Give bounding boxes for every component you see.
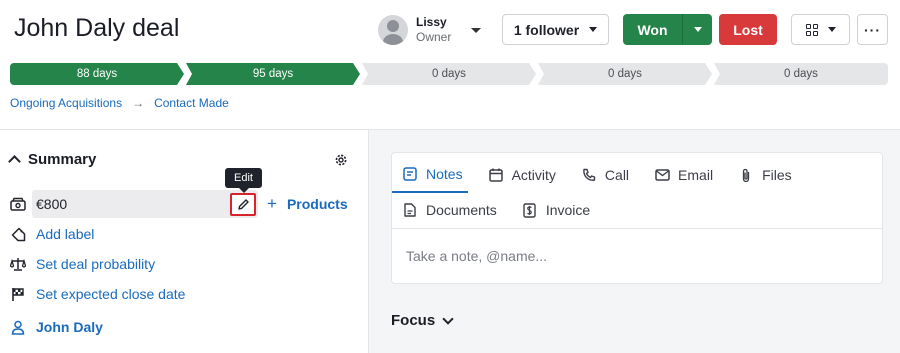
tab-label: Notes — [426, 166, 463, 182]
main-panel: Notes Activity Call Email Files Document… — [368, 130, 900, 353]
chevron-up-icon — [8, 155, 21, 168]
chevron-down-icon — [693, 27, 702, 32]
owner-selector[interactable]: Lissy Owner — [378, 13, 482, 47]
stage-duration: 0 days — [784, 68, 818, 80]
composer-card: Notes Activity Call Email Files Document… — [391, 152, 883, 284]
pencil-icon — [237, 199, 249, 210]
deal-value: €800 — [36, 196, 68, 212]
breadcrumb-stage-link[interactable]: Contact Made — [154, 96, 229, 110]
set-close-date-link[interactable]: Set expected close date — [36, 286, 185, 302]
breadcrumb: Ongoing Acquisitions → Contact Made — [10, 96, 229, 110]
won-label: Won — [637, 21, 668, 38]
person-link[interactable]: John Daly — [36, 319, 103, 335]
sidebar: Summary €800 Edit + Products Add label S… — [0, 130, 368, 353]
tab-invoice[interactable]: Invoice — [512, 192, 595, 228]
chevron-down-icon — [471, 27, 482, 33]
arrow-right-icon: → — [132, 96, 145, 110]
person-icon — [10, 319, 26, 335]
lost-label: Lost — [733, 21, 763, 38]
pipeline-stages: 88 days 95 days 0 days 0 days 0 days — [10, 63, 888, 85]
page-title: John Daly deal — [14, 14, 180, 42]
more-actions-button[interactable]: ··· — [857, 14, 888, 45]
pipeline-stage[interactable]: 0 days — [538, 63, 712, 85]
tab-files[interactable]: Files — [728, 157, 797, 193]
document-icon — [402, 202, 418, 218]
tab-activity[interactable]: Activity — [478, 157, 561, 193]
tab-label: Files — [762, 167, 792, 183]
composer-tabs-row-2: Documents Invoice — [392, 192, 605, 228]
add-label-row[interactable]: Add label — [10, 226, 94, 242]
tab-email[interactable]: Email — [644, 157, 718, 193]
tab-label: Call — [604, 167, 630, 183]
tab-label: Email — [678, 167, 714, 183]
stage-duration: 0 days — [432, 68, 466, 80]
focus-title: Focus — [391, 312, 436, 329]
tab-call[interactable]: Call — [571, 157, 634, 193]
breadcrumb-pipeline-link[interactable]: Ongoing Acquisitions — [10, 96, 122, 110]
deal-value-field[interactable]: €800 — [32, 190, 258, 218]
chevron-down-icon — [827, 27, 836, 32]
paperclip-icon — [738, 167, 754, 183]
more-icon: ··· — [864, 21, 881, 38]
phone-icon — [581, 167, 597, 183]
summary-toggle[interactable]: Summary — [8, 151, 97, 168]
tab-label: Activity — [511, 167, 556, 183]
stage-duration: 0 days — [608, 68, 642, 80]
note-input[interactable]: Take a note, @name... — [406, 248, 547, 264]
email-icon — [654, 167, 670, 183]
follower-label: 1 follower — [513, 21, 580, 38]
close-date-row[interactable]: Set expected close date — [10, 286, 185, 302]
owner-role: Owner — [416, 30, 452, 44]
products-label: Products — [286, 196, 348, 212]
stage-duration: 88 days — [76, 68, 118, 80]
probability-row[interactable]: Set deal probability — [10, 256, 155, 272]
pipeline-stage[interactable]: 0 days — [714, 63, 888, 85]
won-button[interactable]: Won — [623, 14, 682, 45]
edit-value-button[interactable] — [230, 193, 256, 216]
notes-icon — [402, 166, 418, 182]
invoice-icon — [522, 202, 538, 218]
pipeline-stage[interactable]: 95 days — [186, 63, 360, 85]
pipeline-stage[interactable]: 0 days — [362, 63, 536, 85]
calendar-icon — [488, 167, 504, 183]
stage-duration: 95 days — [252, 68, 294, 80]
summary-title: Summary — [28, 151, 97, 168]
tab-label: Invoice — [545, 202, 591, 218]
tab-notes[interactable]: Notes — [392, 157, 468, 193]
add-label-link[interactable]: Add label — [36, 226, 94, 242]
tag-icon — [10, 226, 26, 242]
gear-icon[interactable] — [334, 153, 348, 167]
plus-icon: + — [267, 194, 277, 213]
composer-tabs-row-1: Notes Activity Call Email Files — [392, 157, 807, 193]
chevron-down-icon — [442, 312, 454, 325]
follower-button[interactable]: 1 follower — [502, 14, 609, 45]
pipeline-stage[interactable]: 88 days — [10, 63, 184, 85]
tab-documents[interactable]: Documents — [392, 192, 502, 228]
tabs-divider — [392, 228, 882, 229]
grid-icon — [805, 23, 818, 36]
add-products-button[interactable]: + Products — [267, 194, 348, 213]
owner-name: Lissy — [416, 15, 447, 29]
scale-icon — [10, 256, 26, 272]
avatar — [378, 15, 408, 45]
lost-button[interactable]: Lost — [719, 14, 777, 45]
view-switcher-button[interactable] — [791, 14, 850, 45]
set-probability-link[interactable]: Set deal probability — [36, 256, 155, 272]
focus-toggle[interactable]: Focus — [391, 312, 454, 329]
flag-icon — [10, 286, 26, 302]
person-row[interactable]: John Daly — [10, 319, 103, 335]
won-options-button[interactable] — [682, 14, 712, 45]
money-icon — [10, 196, 26, 212]
tab-label: Documents — [426, 202, 497, 218]
chevron-down-icon — [589, 27, 598, 32]
edit-tooltip: Edit — [225, 168, 262, 193]
